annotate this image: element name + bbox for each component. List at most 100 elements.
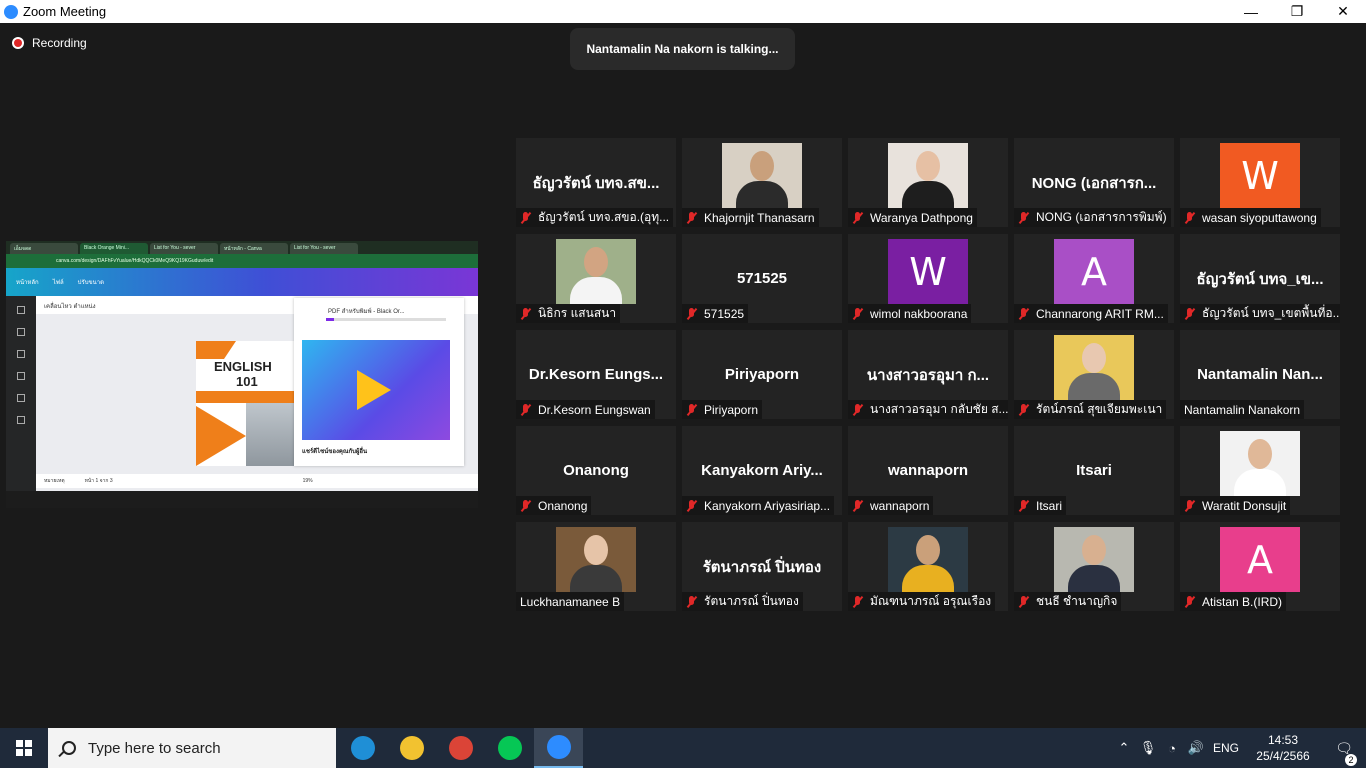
line-icon <box>497 736 522 760</box>
taskbar-app[interactable] <box>485 728 534 768</box>
muted-mic-icon <box>520 403 532 416</box>
minimize-button[interactable]: — <box>1228 0 1274 23</box>
person-head <box>916 151 940 181</box>
rail-icon <box>17 350 25 358</box>
participant-avatar: A <box>1220 527 1300 592</box>
footer-notes: หมายเหตุ <box>44 478 65 484</box>
participant-tile[interactable]: wannaporn wannaporn <box>848 426 1008 515</box>
participant-tile[interactable]: รัตน์ภรณ์ สุขเจียมพะเนา <box>1014 330 1174 419</box>
shared-screen[interactable]: เอ็มจดด Black Orange Mini... List for You … <box>6 241 478 508</box>
shared-taskbar <box>6 491 478 508</box>
design-title: ENGLISH <box>214 359 272 374</box>
participant-name-label: Luckhanamanee B <box>516 592 625 611</box>
search-placeholder: Type here to search <box>88 739 221 757</box>
participant-tile[interactable]: รัตนาภรณ์ ปิ่นทอง รัตนาภรณ์ ปิ่นทอง <box>682 522 842 611</box>
person-head <box>1082 535 1106 565</box>
participant-name: wimol nakboorana <box>870 306 968 321</box>
muted-mic-icon <box>1018 211 1030 224</box>
participant-video <box>1220 431 1300 496</box>
participant-name: นิธิกร แสนสนา <box>538 306 617 320</box>
decor-city-image <box>246 403 301 466</box>
person-head <box>1082 343 1106 373</box>
participant-name-label: Onanong <box>516 496 592 515</box>
start-button[interactable] <box>0 728 48 768</box>
decor-shape <box>196 341 236 359</box>
participant-video <box>556 527 636 592</box>
participant-tile[interactable]: Wwimol nakboorana <box>848 234 1008 323</box>
recording-indicator[interactable]: Recording <box>12 36 87 50</box>
muted-mic-icon <box>852 307 864 320</box>
participant-name: Atistan B.(IRD) <box>1202 594 1283 609</box>
taskbar-app[interactable] <box>534 728 583 768</box>
muted-mic-icon <box>686 403 698 416</box>
participant-name-label: Atistan B.(IRD) <box>1180 592 1287 611</box>
taskbar-search[interactable]: Type here to search <box>48 728 336 768</box>
participant-tile[interactable]: Luckhanamanee B <box>516 522 676 611</box>
participant-tile[interactable]: A Channarong ARIT RM... <box>1014 234 1174 323</box>
participant-tile[interactable]: Dr.Kesorn Eungs... Dr.Kesorn Eungswan <box>516 330 676 419</box>
participant-tile[interactable]: ชนธี ชำนาญกิจ <box>1014 522 1174 611</box>
canva-workspace: เคลื่อนไหว ตำแหน่ง ENGLISH 101 PDF สำหรั… <box>6 296 478 508</box>
design-number: 101 <box>236 374 258 389</box>
person-head <box>1248 439 1272 469</box>
panel-video <box>302 340 450 440</box>
participant-tile[interactable]: ธัญวรัตน์ บทจ_เข... ธัญวรัตน์ บทจ_เขตพื้น… <box>1180 234 1340 323</box>
participant-name-label: NONG (เอกสารการพิมพ์) <box>1014 208 1171 227</box>
participant-tile[interactable]: มัณฑนาภรณ์ อรุณเรือง <box>848 522 1008 611</box>
participant-name: 571525 <box>704 306 745 321</box>
close-button[interactable]: ✕ <box>1320 0 1366 23</box>
muted-mic-icon <box>852 595 864 608</box>
microphone-icon[interactable]: 🎙 <box>1136 740 1160 756</box>
participant-name: Nantamalin Nanakorn <box>1184 402 1301 417</box>
maximize-button[interactable]: ❐ <box>1274 0 1320 23</box>
muted-mic-icon <box>1018 403 1030 416</box>
person-body <box>902 565 954 592</box>
file-explorer-icon <box>399 736 424 760</box>
muted-mic-icon <box>1184 499 1196 512</box>
volume-icon[interactable]: 🔊 <box>1184 740 1208 756</box>
participant-tile[interactable]: นิธิกร แสนสนา <box>516 234 676 323</box>
notification-button[interactable]: 🗨 2 <box>1322 740 1366 766</box>
participant-name: wasan siyoputtawong <box>1202 210 1317 225</box>
participant-tile[interactable]: Kanyakorn Ariy... Kanyakorn Ariyasiriap..… <box>682 426 842 515</box>
participant-tile[interactable]: Wwasan siyoputtawong <box>1180 138 1340 227</box>
participant-tile[interactable]: Piriyaporn Piriyaporn <box>682 330 842 419</box>
participant-tile[interactable]: 571525 571525 <box>682 234 842 323</box>
participant-tile[interactable]: Khajornjit Thanasarn <box>682 138 842 227</box>
taskbar-app[interactable] <box>387 728 436 768</box>
participant-name-label: 571525 <box>682 304 749 323</box>
participant-name: Waranya Dathpong <box>870 210 973 225</box>
participant-name-label: มัณฑนาภรณ์ อรุณเรือง <box>848 592 996 611</box>
participant-name-label: รัตนาภรณ์ ปิ่นทอง <box>682 592 803 611</box>
participant-name: ธัญวรัตน์ บทจ.สขอ.(อุทุ... <box>538 210 670 224</box>
muted-mic-icon <box>686 211 698 224</box>
participant-tile[interactable]: NONG (เอกสารก... NONG (เอกสารการพิมพ์) <box>1014 138 1174 227</box>
muted-mic-icon <box>1018 595 1030 608</box>
participant-tile[interactable]: Onanong Onanong <box>516 426 676 515</box>
taskbar-app[interactable] <box>436 728 485 768</box>
taskbar-app[interactable] <box>338 728 387 768</box>
muted-mic-icon <box>1184 211 1196 224</box>
rail-icon <box>17 306 25 314</box>
participant-tile[interactable]: Nantamalin Nan... Nantamalin Nanakorn <box>1180 330 1340 419</box>
language-indicator[interactable]: ENG <box>1208 741 1244 755</box>
participant-tile[interactable]: Waranya Dathpong <box>848 138 1008 227</box>
participant-name-label: Nantamalin Nanakorn <box>1180 400 1305 419</box>
participant-name: ชนธี ชำนาญกิจ <box>1036 594 1118 608</box>
participant-video <box>888 143 968 208</box>
participant-name-label: wimol nakboorana <box>848 304 972 323</box>
participant-tile[interactable]: Waratit Donsujit <box>1180 426 1340 515</box>
participant-tile[interactable]: A Atistan B.(IRD) <box>1180 522 1340 611</box>
network-icon[interactable]: ◔ <box>1160 741 1184 756</box>
participant-tile[interactable]: ธัญวรัตน์ บทจ.สข... ธัญวรัตน์ บทจ.สขอ.(อุ… <box>516 138 676 227</box>
participant-tile[interactable]: Itsari Itsari <box>1014 426 1174 515</box>
chevron-up-icon[interactable]: ⌃ <box>1112 740 1136 756</box>
play-icon <box>357 370 391 410</box>
windows-taskbar: Type here to search ⌃ 🎙 ◔ 🔊 ENG 14:53 25… <box>0 728 1366 768</box>
person-head <box>584 535 608 565</box>
canva-menu-item: ไฟล์ <box>52 280 64 286</box>
clock[interactable]: 14:53 25/4/2566 <box>1244 732 1322 764</box>
notification-badge: 2 <box>1345 753 1357 766</box>
participant-tile[interactable]: นางสาวอรอุมา ก... นางสาวอรอุมา กลับชัย ส.… <box>848 330 1008 419</box>
canva-side-rail <box>6 296 36 491</box>
